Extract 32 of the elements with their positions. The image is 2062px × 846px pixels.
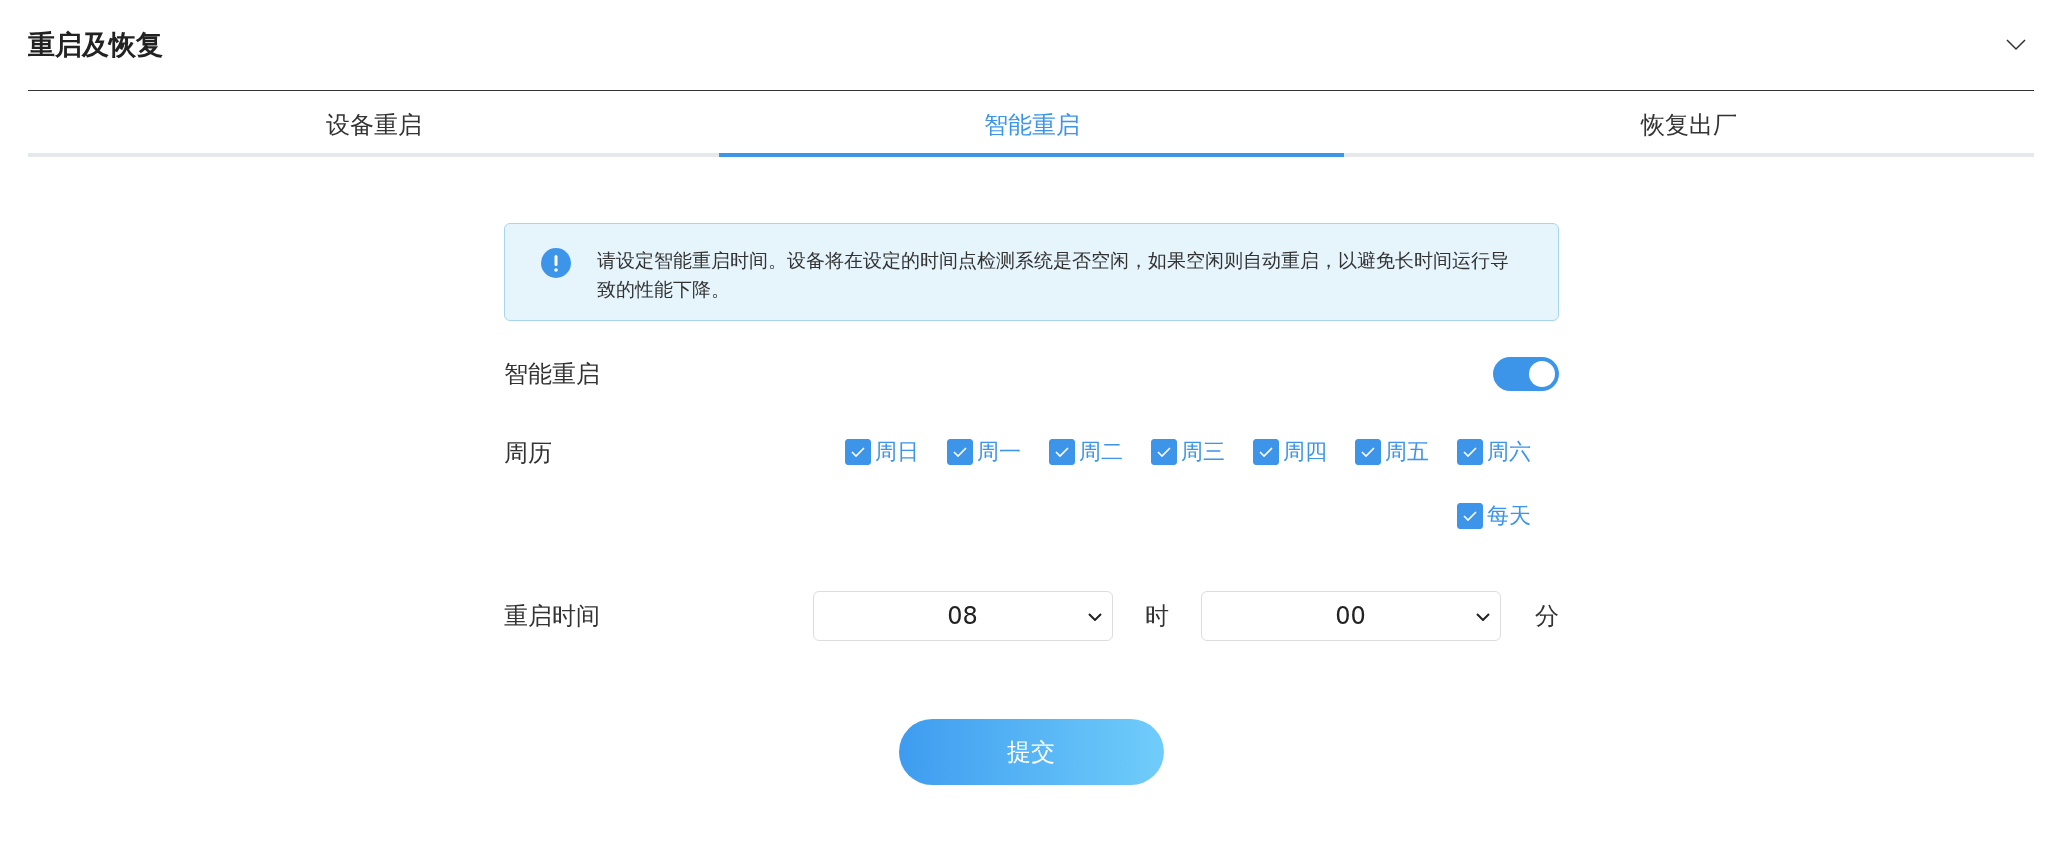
section-title: 重启及恢复	[28, 28, 163, 62]
checkbox-label: 周三	[1180, 438, 1225, 466]
unit-label: 分	[1533, 601, 1559, 632]
checkbox[interactable]	[1456, 439, 1483, 465]
checkbox-label: 周日	[874, 438, 919, 466]
tab[interactable]: 恢复出厂	[1344, 91, 2034, 157]
checkbox-label: 周一	[976, 438, 1021, 466]
checkbox[interactable]	[1048, 439, 1075, 465]
hour-select[interactable]: 08	[812, 591, 1113, 641]
field-label: 重启时间	[503, 601, 601, 632]
checkbox-label: 每天	[1486, 502, 1531, 530]
notice-text: 请设定智能重启时间。设备将在设定的时间点检测系统是否空闲，如果空闲则自动重启，以避免长时间运行导致的性能下降。	[596, 248, 1510, 303]
tab[interactable]: 设备重启	[28, 91, 719, 157]
checkbox[interactable]	[1150, 439, 1177, 465]
checkbox[interactable]	[844, 439, 871, 465]
chevron-icon	[1475, 613, 1490, 621]
minute-select[interactable]: 00	[1200, 591, 1501, 641]
chevron-icon	[1087, 613, 1102, 621]
checkbox[interactable]	[1252, 439, 1279, 465]
checkbox[interactable]	[946, 439, 973, 465]
checkbox-label: 周六	[1486, 438, 1531, 466]
field-label: 周历	[503, 438, 553, 469]
checkbox[interactable]	[1354, 439, 1381, 465]
toggle-switch[interactable]	[1492, 357, 1559, 391]
chevron-icon[interactable]	[2006, 39, 2026, 51]
checkbox-label: 周五	[1384, 438, 1429, 466]
checkbox-label: 周二	[1078, 438, 1123, 466]
info-icon	[540, 248, 571, 278]
checkbox[interactable]	[1456, 503, 1483, 529]
checkbox-label: 周四	[1282, 438, 1327, 466]
unit-label: 时	[1143, 601, 1170, 632]
field-label: 智能重启	[503, 359, 601, 390]
